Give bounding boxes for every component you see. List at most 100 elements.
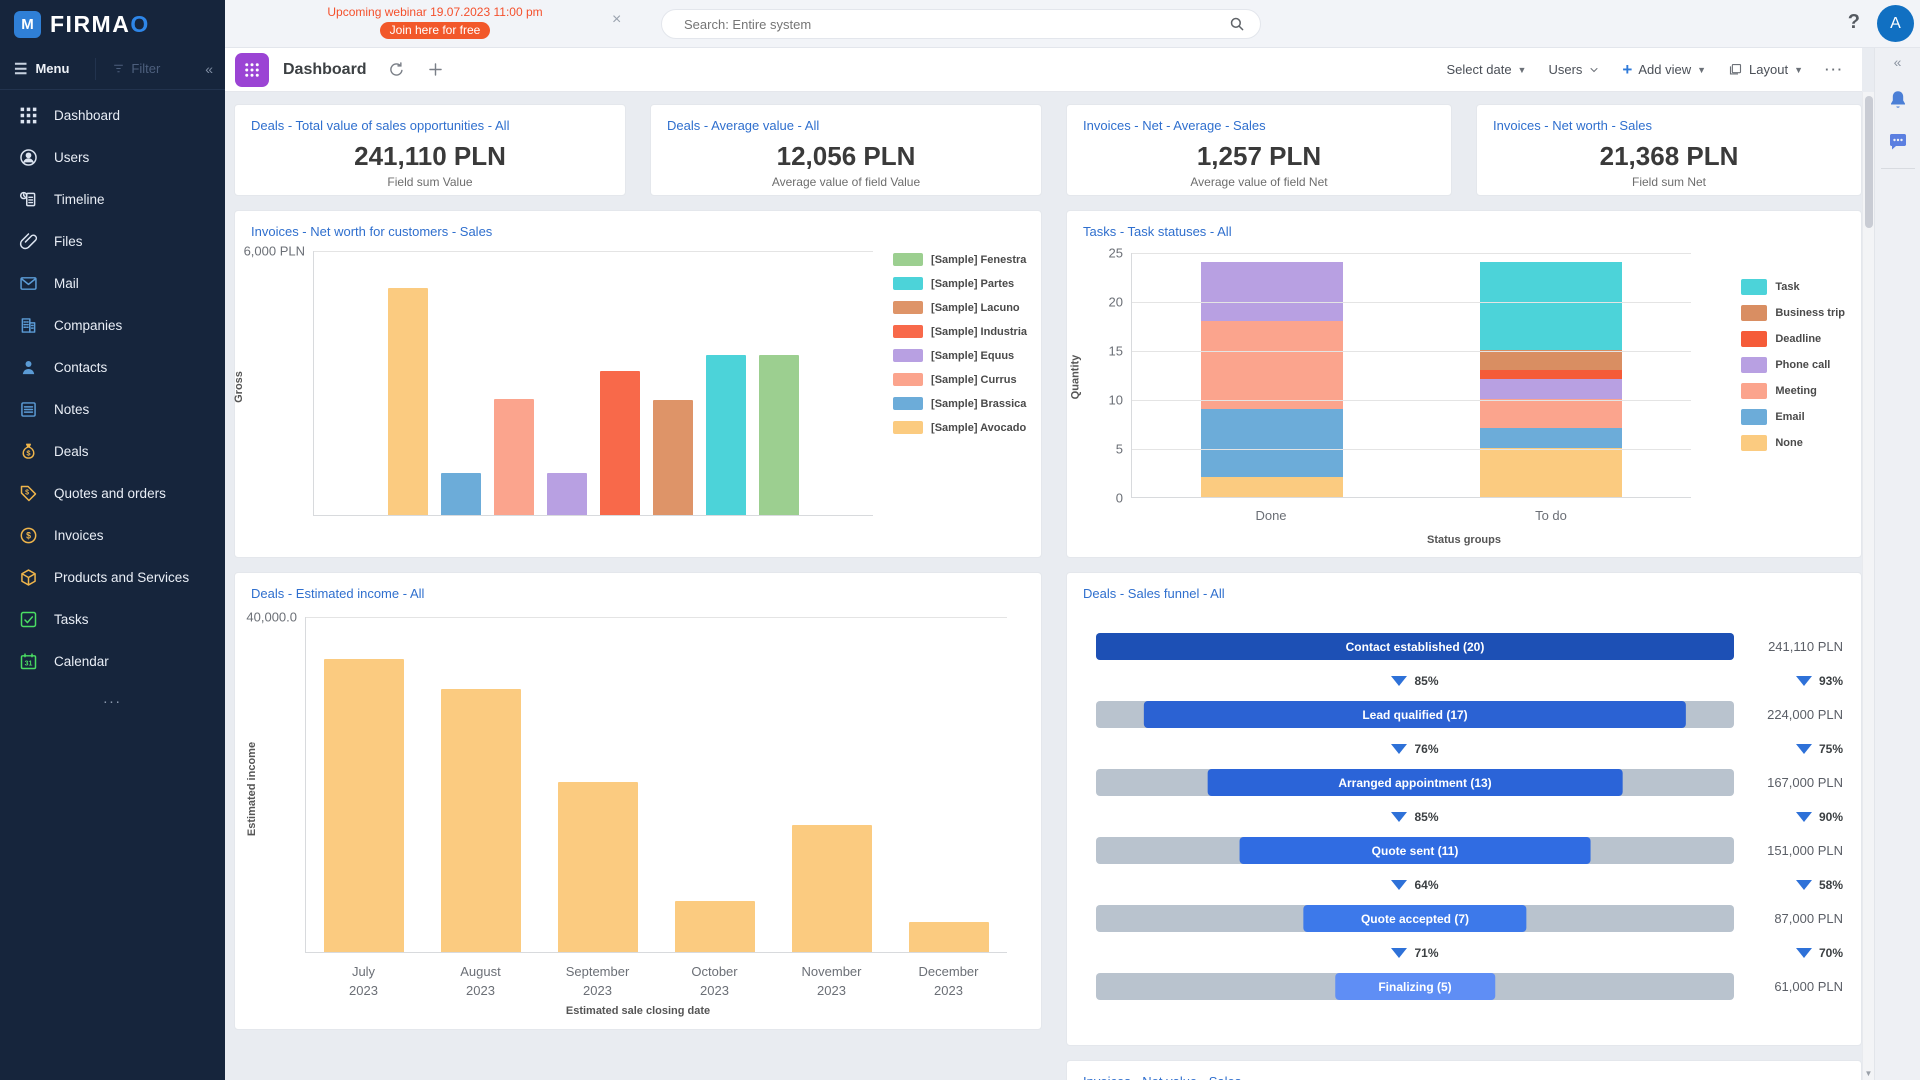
bar-sample-fenestra — [759, 355, 799, 515]
sidebar-item-tasks[interactable]: Tasks — [0, 598, 225, 640]
help-icon[interactable]: ? — [1848, 11, 1860, 34]
paperclip-icon — [18, 231, 39, 252]
transition-count-pct: 85% — [1414, 809, 1439, 824]
x-category-label: November 2023 — [801, 964, 862, 998]
sidebar-item-companies[interactable]: Companies — [0, 304, 225, 346]
sidebar-item-label: Users — [54, 149, 90, 165]
users-dropdown[interactable]: Users — [1548, 62, 1600, 77]
sidebar-item-contacts[interactable]: Contacts — [0, 346, 225, 388]
sidebar-item-calendar[interactable]: 31 Calendar — [0, 640, 225, 682]
sidebar-collapse-icon[interactable]: « — [205, 61, 213, 77]
funnel-track: Contact established (20) — [1096, 633, 1734, 660]
funnel-stage-label: Arranged appointment (13) — [1338, 775, 1492, 790]
layout-dropdown[interactable]: Layout ▼ — [1728, 62, 1803, 77]
person-icon — [18, 357, 39, 378]
funnel-stage-label: Quote sent (11) — [1371, 843, 1459, 858]
sidebar-more-button[interactable]: ... — [0, 690, 225, 707]
sidebar-item-users[interactable]: Users — [0, 136, 225, 178]
add-view-button[interactable]: + Add view ▼ — [1622, 60, 1706, 80]
sidebar-item-products-and-services[interactable]: Products and Services — [0, 556, 225, 598]
sidebar-item-notes[interactable]: Notes — [0, 388, 225, 430]
sidebar-item-deals[interactable]: $ Deals — [0, 430, 225, 472]
bar-september-2023 — [558, 782, 639, 952]
plot-area — [1131, 253, 1691, 498]
chart-title-link[interactable]: Deals - Estimated income - All — [251, 586, 424, 601]
gridline — [1132, 400, 1691, 401]
bar-sample-partes — [706, 355, 746, 515]
global-search[interactable] — [661, 9, 1261, 39]
menu-button[interactable]: ☰ Menu — [14, 60, 69, 78]
x-category-label: To do — [1535, 508, 1567, 523]
header-more-button[interactable]: ··· — [1825, 62, 1844, 77]
legend-swatch — [1741, 409, 1768, 425]
webinar-join-button[interactable]: Join here for free — [379, 22, 491, 39]
kpi-title-link[interactable]: Deals - Average value - All — [667, 118, 819, 133]
select-date-dropdown[interactable]: Select date ▼ — [1447, 62, 1527, 77]
sidebar-item-quotes-and-orders[interactable]: $ Quotes and orders — [0, 472, 225, 514]
sidebar-item-files[interactable]: Files — [0, 220, 225, 262]
kpi-title-link[interactable]: Invoices - Net worth - Sales — [1493, 118, 1652, 133]
transition-value: 90% — [1734, 810, 1845, 824]
vertical-scrollbar[interactable]: ▼ — [1862, 92, 1874, 1080]
sidebar-item-timeline[interactable]: Timeline — [0, 178, 225, 220]
scrollbar-down-arrow[interactable]: ▼ — [1863, 1069, 1874, 1078]
brand-name: FIRMAO — [50, 10, 150, 37]
legend-label: Meeting — [1775, 385, 1817, 397]
y-axis-tick-label: 5 — [1115, 441, 1123, 457]
chart-title-link[interactable]: Invoices - Net value - Sales — [1083, 1074, 1241, 1080]
cube-icon — [18, 567, 39, 588]
add-widget-plus-icon[interactable] — [426, 60, 445, 79]
kpi-value: 21,368 PLN — [1599, 141, 1739, 171]
y-axis-title: Estimated income — [246, 741, 259, 837]
segment-phone-call — [1480, 379, 1623, 400]
layout-icon — [1729, 63, 1742, 75]
legend-item-meeting: Meeting — [1741, 383, 1845, 399]
funnel-track: Quote sent (11) — [1096, 837, 1734, 864]
sidebar-item-label: Tasks — [54, 611, 89, 627]
transition-value-pct: 75% — [1818, 741, 1843, 756]
sidebar-item-mail[interactable]: Mail — [0, 262, 225, 304]
legend-label: [Sample] Currus — [931, 373, 1017, 386]
x-category-label: Done — [1255, 508, 1287, 523]
funnel-bar: Quote accepted (7) — [1303, 905, 1527, 932]
transition-count: 64% — [1096, 878, 1734, 892]
refresh-icon[interactable] — [387, 60, 406, 79]
chart-title-link[interactable]: Deals - Sales funnel - All — [1083, 586, 1225, 601]
stacked-bar-to-do — [1480, 261, 1623, 497]
notice-close-icon[interactable]: × — [612, 11, 621, 29]
sidebar-item-dashboard[interactable]: Dashboard — [0, 94, 225, 136]
triangle-down-icon — [1795, 675, 1812, 686]
notifications-bell-icon[interactable] — [1886, 88, 1910, 112]
funnel-stage-label: Quote accepted (7) — [1360, 911, 1470, 926]
chat-icon[interactable] — [1886, 130, 1910, 154]
bar-july-2023 — [324, 659, 405, 952]
chart-title-link[interactable]: Invoices - Net worth for customers - Sal… — [251, 224, 492, 239]
chart-title-link[interactable]: Tasks - Task statuses - All — [1083, 224, 1232, 239]
segment-phone-call — [1200, 261, 1343, 321]
avatar[interactable]: A — [1877, 5, 1914, 42]
search-icon[interactable] — [1228, 15, 1246, 33]
filter-button[interactable]: Filter — [95, 57, 160, 80]
bar-december-2023 — [908, 922, 989, 952]
user-circle-icon — [18, 147, 39, 168]
bar-sample-equus — [547, 473, 587, 515]
segment-email — [1480, 428, 1623, 448]
chart-legend: [Sample] Fenestra [Sample] Partes [Sample]… — [893, 253, 1027, 434]
funnel-stage-finalizing-5: Finalizing (5) 61,000 PLN — [1083, 973, 1845, 1000]
dashboard-tile-icon[interactable] — [235, 52, 269, 87]
svg-text:31: 31 — [25, 660, 33, 667]
rail-collapse-icon[interactable]: « — [1894, 54, 1902, 70]
segment-business-trip — [1480, 350, 1623, 370]
search-input[interactable] — [684, 16, 1228, 32]
scrollbar-thumb[interactable] — [1864, 96, 1873, 228]
transition-count: 71% — [1096, 946, 1734, 960]
funnel: Contact established (20) 241,110 PLN 85% 93… — [1083, 633, 1845, 1000]
chevron-down-icon: ▼ — [1517, 64, 1527, 75]
svg-text:$: $ — [26, 530, 31, 540]
kpi-title-link[interactable]: Invoices - Net - Average - Sales — [1083, 118, 1266, 133]
segment-meeting — [1480, 399, 1623, 429]
logo[interactable]: M FIRMAO — [0, 0, 225, 48]
sidebar-item-invoices[interactable]: $ Invoices — [0, 514, 225, 556]
kpi-title-link[interactable]: Deals - Total value of sales opportuniti… — [251, 118, 509, 133]
funnel-stage-amount: 61,000 PLN — [1774, 979, 1843, 994]
